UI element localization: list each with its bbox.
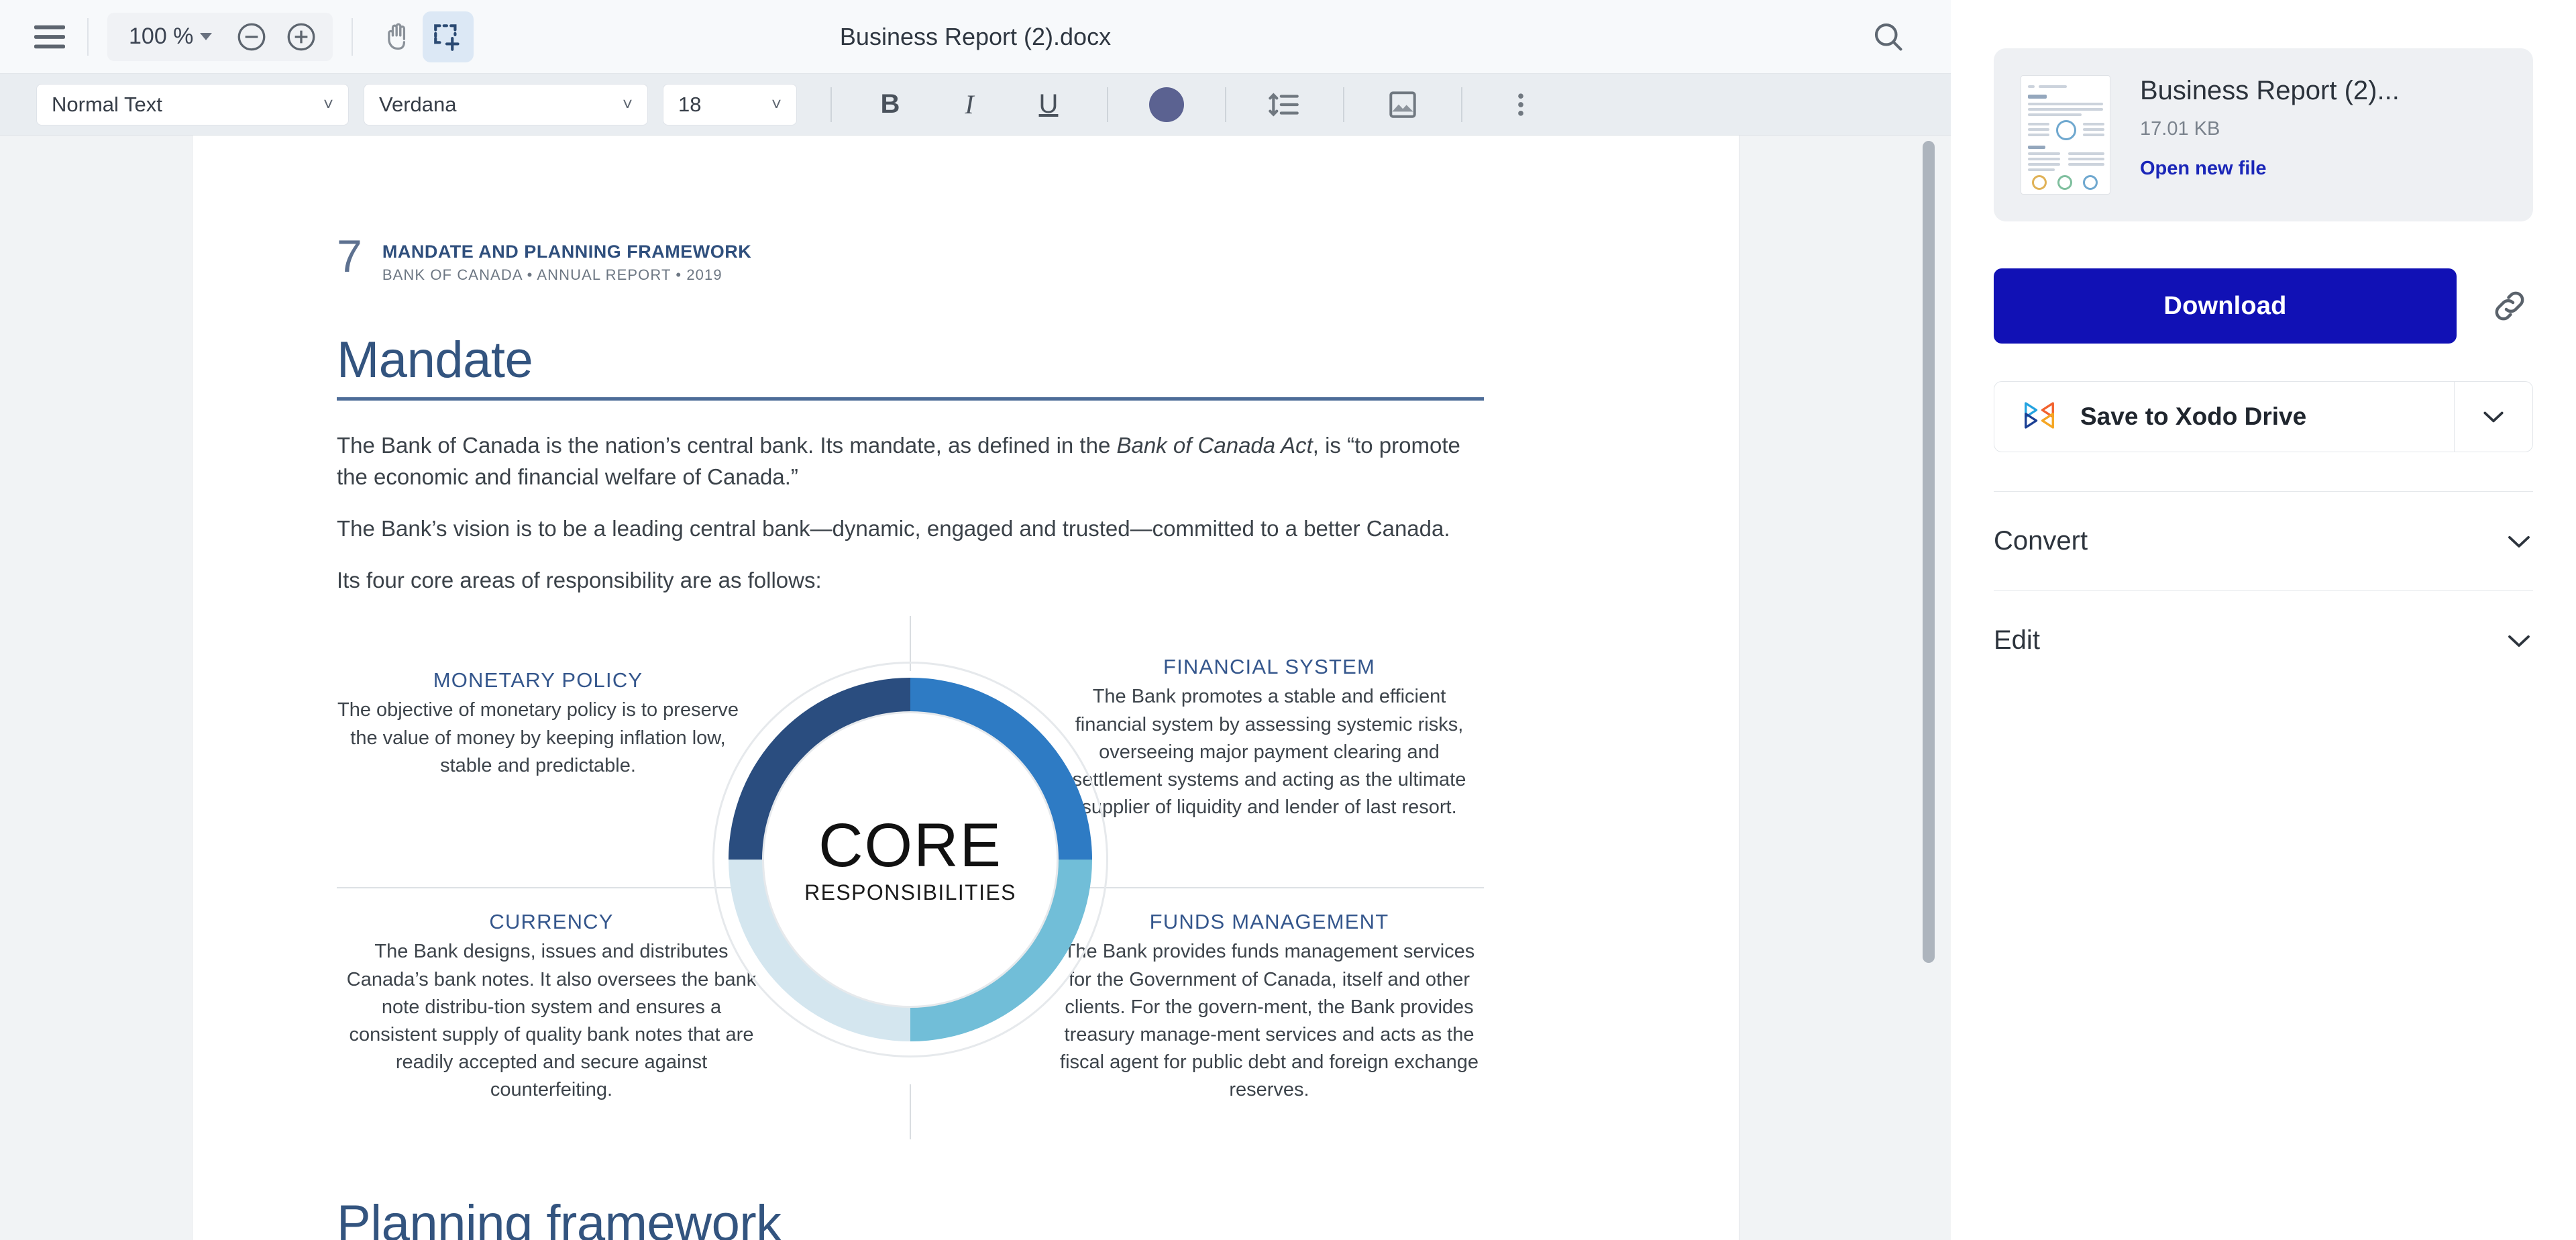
format-divider-1 xyxy=(830,87,832,122)
zoom-out-button[interactable] xyxy=(231,16,272,58)
chevron-down-icon xyxy=(2483,411,2504,423)
bold-button[interactable]: B xyxy=(865,80,915,130)
format-toolbar: Normal Text ˅ Verdana ˅ 18 ˅ B I U xyxy=(0,74,1951,136)
paragraph-style-select[interactable]: Normal Text ˅ xyxy=(36,83,349,125)
download-button[interactable]: Download xyxy=(1994,268,2457,344)
underline-button[interactable]: U xyxy=(1024,80,1073,130)
page-number: 7 xyxy=(337,231,362,282)
font-family-value: Verdana xyxy=(379,92,457,116)
diagram-segment-financial-system: FINANCIAL SYSTEM The Bank promotes a sta… xyxy=(1072,655,1466,819)
toolbar-divider-2 xyxy=(352,17,354,56)
chevron-down-icon xyxy=(2505,532,2533,551)
paragraph-vision: The Bank’s vision is to be a leading cen… xyxy=(337,515,1450,541)
diagram-segment-funds-management: FUNDS MANAGEMENT The Bank provides funds… xyxy=(1060,910,1479,1101)
more-vertical-icon[interactable] xyxy=(1496,80,1546,130)
core-responsibilities-diagram: MONETARY POLICY The objective of monetar… xyxy=(337,616,1484,1140)
search-icon[interactable] xyxy=(1866,15,1911,59)
save-dropdown-button[interactable] xyxy=(2455,408,2532,425)
marquee-select-icon[interactable] xyxy=(423,11,474,62)
link-icon[interactable] xyxy=(2486,282,2533,329)
diagram-segment-currency: CURRENCY The Bank designs, issues and di… xyxy=(346,910,757,1101)
download-label: Download xyxy=(2163,291,2287,320)
chevron-down-icon xyxy=(2505,631,2533,650)
top-toolbar: 100 % Business Report (2).docx xyxy=(0,0,1951,74)
font-size-value: 18 xyxy=(678,92,702,116)
donut-title: CORE xyxy=(818,811,1002,880)
paragraph-mandate: The Bank of Canada is the nation’s centr… xyxy=(337,433,1460,489)
page-title: Mandate xyxy=(337,331,1484,401)
document-viewer: 100 % Business Report (2).docx Normal Te… xyxy=(0,0,1951,1240)
paragraph-style-value: Normal Text xyxy=(52,92,162,116)
italic-button[interactable]: I xyxy=(945,80,994,130)
xodo-logo-icon xyxy=(2021,397,2057,437)
document-page: 7 MANDATE AND PLANNING FRAMEWORK BANK OF… xyxy=(193,136,1739,1240)
format-divider-3 xyxy=(1225,87,1226,122)
format-divider-2 xyxy=(1107,87,1108,122)
hamburger-menu-icon[interactable] xyxy=(31,18,68,56)
accordion-edit-label: Edit xyxy=(1994,625,2040,655)
accordion-convert[interactable]: Convert xyxy=(1994,491,2533,590)
zoom-level-label: 100 % xyxy=(129,23,194,49)
format-divider-4 xyxy=(1343,87,1344,122)
side-panel: Business Report (2)... 17.01 KB Open new… xyxy=(1951,0,2576,1240)
save-to-xodo-drive-button[interactable]: Save to Xodo Drive xyxy=(1994,381,2533,452)
diagram-divider-left xyxy=(337,887,766,889)
diagram-segment-monetary-policy: MONETARY POLICY The objective of monetar… xyxy=(337,668,739,776)
donut-center-label: CORE RESPONSIBILITIES xyxy=(762,711,1059,1009)
accordion-convert-label: Convert xyxy=(1994,526,2088,556)
line-spacing-icon[interactable] xyxy=(1260,80,1309,130)
format-divider-5 xyxy=(1461,87,1462,122)
page-header: 7 MANDATE AND PLANNING FRAMEWORK BANK OF… xyxy=(337,231,1484,284)
diagram-divider-bottom xyxy=(910,1084,911,1140)
chevron-down-icon: ˅ xyxy=(622,94,633,114)
donut-subtitle: RESPONSIBILITIES xyxy=(804,880,1016,905)
document-scroll-area[interactable]: 7 MANDATE AND PLANNING FRAMEWORK BANK OF… xyxy=(0,136,1951,1240)
zoom-controls: 100 % xyxy=(107,12,333,61)
save-to-xodo-drive-label: Save to Xodo Drive xyxy=(2080,403,2307,430)
diagram-divider-right xyxy=(1055,887,1484,889)
chevron-down-icon: ˅ xyxy=(771,94,782,114)
header-section-name: MANDATE AND PLANNING FRAMEWORK xyxy=(382,242,752,262)
download-row: Download xyxy=(1994,268,2533,344)
document-thumbnail xyxy=(2021,75,2110,195)
paragraph-intro-core: Its four core areas of responsibility ar… xyxy=(337,567,822,592)
font-size-select[interactable]: 18 ˅ xyxy=(663,83,797,125)
accordion-edit[interactable]: Edit xyxy=(1994,590,2533,690)
image-icon[interactable] xyxy=(1378,80,1428,130)
text-color-button[interactable] xyxy=(1142,80,1191,130)
vertical-scrollbar[interactable] xyxy=(1923,141,1935,963)
header-publication: BANK OF CANADA • ANNUAL REPORT • 2019 xyxy=(382,266,722,283)
color-swatch-icon xyxy=(1149,87,1184,122)
file-size: 17.01 KB xyxy=(2140,118,2220,140)
zoom-level-dropdown[interactable]: 100 % xyxy=(114,23,227,50)
zoom-in-button[interactable] xyxy=(280,16,322,58)
font-family-select[interactable]: Verdana ˅ xyxy=(364,83,648,125)
file-name: Business Report (2)... xyxy=(2140,76,2400,105)
next-section-title: Planning framework xyxy=(337,1194,1484,1240)
file-info-card: Business Report (2)... 17.01 KB Open new… xyxy=(1994,48,2533,221)
open-new-file-link[interactable]: Open new file xyxy=(2140,158,2506,180)
donut-chart: CORE RESPONSIBILITIES xyxy=(712,662,1108,1058)
toolbar-divider xyxy=(87,17,89,56)
chevron-down-icon: ˅ xyxy=(323,94,333,114)
hand-pan-icon[interactable] xyxy=(372,11,423,62)
app-root: 100 % Business Report (2).docx Normal Te… xyxy=(0,0,2576,1240)
chevron-down-icon xyxy=(200,33,213,40)
